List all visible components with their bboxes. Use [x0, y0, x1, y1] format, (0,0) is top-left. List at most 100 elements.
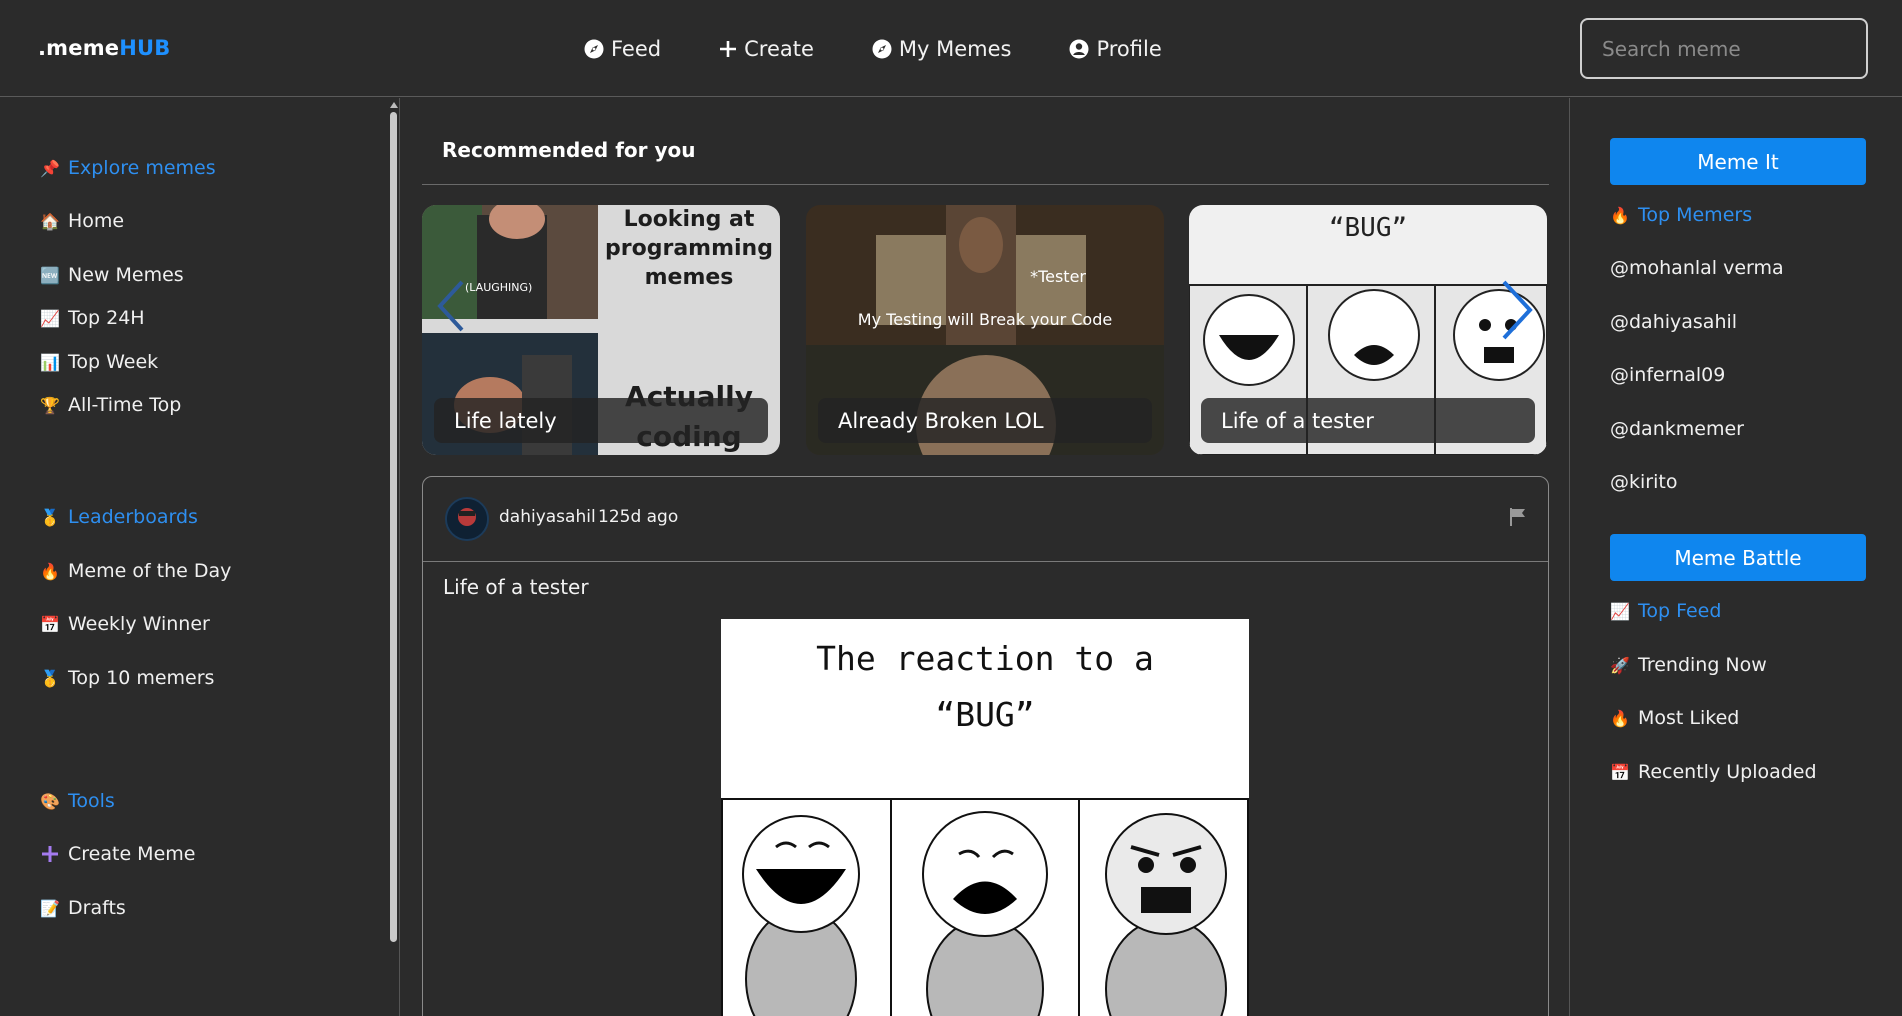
sidebar-item-home[interactable]: 🏠 Home [40, 210, 124, 232]
sidebar-item-drafts[interactable]: 📝 Drafts [40, 897, 126, 919]
compass-icon [584, 39, 604, 59]
sidebar-item-label: Drafts [68, 897, 126, 919]
sidebar-item-meme-of-the-day[interactable]: 🔥 Meme of the Day [40, 560, 231, 582]
feed-item-label: Most Liked [1638, 707, 1740, 729]
post-title: Life of a tester [443, 575, 589, 599]
feed-item-label: Recently Uploaded [1638, 761, 1817, 783]
meme-battle-button[interactable]: Meme Battle [1610, 534, 1866, 581]
sidebar-item-new-memes[interactable]: 🆕 New Memes [40, 264, 184, 286]
sidebar-item-label: Home [68, 210, 125, 232]
meme-post: dahiyasahil 125d ago Life of a tester Th… [422, 476, 1549, 1016]
nav-feed[interactable]: Feed [584, 34, 661, 64]
top-header: .memeHUB Feed Create My Memes Profile [0, 0, 1902, 97]
medal-icon: 🥇 [40, 668, 60, 688]
chevron-left-icon [437, 280, 464, 332]
calendar-icon: 📅 [40, 614, 60, 634]
plus-icon [719, 40, 737, 58]
palette-icon: 🎨 [40, 791, 60, 811]
meme-top-text: *Tester [1030, 267, 1086, 286]
top-feed-heading[interactable]: 📈 Top Feed [1610, 600, 1721, 622]
medal-icon: 🥇 [40, 507, 60, 527]
feed-item-most-liked[interactable]: 🔥 Most Liked [1610, 707, 1739, 729]
sidebar-item-label: Top Week [68, 351, 159, 373]
meme-inset-text: (LAUGHING) [465, 281, 533, 294]
user-circle-icon [1069, 39, 1089, 59]
sidebar-section-leaderboards[interactable]: 🥇 Leaderboards [40, 506, 198, 528]
sidebar-item-label: Meme of the Day [68, 560, 232, 582]
sidebar-item-create-meme[interactable]: Create Meme [40, 843, 195, 865]
nav-feed-label: Feed [611, 37, 662, 61]
sidebar-item-label: New Memes [68, 264, 184, 286]
trophy-icon: 🏆 [40, 395, 60, 415]
sidebar-item-all-time-top[interactable]: 🏆 All-Time Top [40, 394, 181, 416]
fire-icon: 🔥 [1610, 205, 1630, 225]
flag-icon[interactable] [1509, 507, 1527, 531]
memo-icon: 📝 [40, 898, 60, 918]
sidebar-item-top-10-memers[interactable]: 🥇 Top 10 memers [40, 667, 214, 689]
avatar[interactable] [445, 497, 489, 541]
sidebar-item-top-24h[interactable]: 📈 Top 24H [40, 307, 145, 329]
divider [423, 561, 1548, 562]
meme-card-life-lately[interactable]: (LAUGHING) Looking at programming memes … [422, 205, 780, 455]
nav-profile-label: Profile [1096, 37, 1162, 61]
meme-top-text: Looking at programming memes [605, 207, 773, 290]
nav-my-memes-label: My Memes [898, 37, 1012, 61]
plus-icon [40, 844, 60, 864]
post-username[interactable]: dahiyasahil [499, 507, 596, 527]
sidebar-item-weekly-winner[interactable]: 📅 Weekly Winner [40, 613, 210, 635]
post-image[interactable]: The reaction to a “BUG” [721, 619, 1249, 1016]
meme-top-text: “BUG” [1328, 213, 1408, 243]
sidebar-section-label: Explore memes [68, 157, 216, 179]
feed-item-recently-uploaded[interactable]: 📅 Recently Uploaded [1610, 761, 1817, 783]
new-icon: 🆕 [40, 265, 60, 285]
search-input[interactable] [1580, 18, 1868, 79]
calendar-icon: 📅 [1610, 762, 1630, 782]
logo[interactable]: .memeHUB [38, 36, 170, 60]
fire-icon: 🔥 [40, 561, 60, 581]
feed-item-label: Trending Now [1638, 654, 1767, 676]
sidebar-item-label: Create Meme [68, 843, 196, 865]
chart-up-icon: 📈 [40, 308, 60, 328]
main-nav: Feed Create My Memes Profile [584, 34, 1220, 64]
memer-link[interactable]: @mohanlal verma [1610, 257, 1784, 279]
nav-create[interactable]: Create [719, 34, 814, 64]
memer-link[interactable]: @kirito [1610, 471, 1677, 493]
rocket-icon: 🚀 [1610, 655, 1630, 675]
pushpin-icon: 📌 [40, 158, 60, 178]
nav-profile[interactable]: Profile [1069, 34, 1162, 64]
sidebar-item-top-week[interactable]: 📊 Top Week [40, 351, 158, 373]
memer-link[interactable]: @dahiyasahil [1610, 311, 1737, 333]
divider [422, 184, 1549, 185]
sidebar-item-label: All-Time Top [68, 394, 182, 416]
left-sidebar [0, 98, 400, 1016]
fire-icon: 🔥 [1610, 708, 1630, 728]
sidebar-section-tools[interactable]: 🎨 Tools [40, 790, 115, 812]
chart-up-icon: 📈 [1610, 601, 1630, 621]
recommended-title: Recommended for you [442, 138, 696, 162]
meme-card-already-broken[interactable]: *Tester My Testing will Break your Code … [806, 205, 1164, 455]
top-memers-heading[interactable]: 🔥 Top Memers [1610, 204, 1752, 226]
chevron-right-icon [1502, 280, 1533, 340]
sidebar-item-label: Weekly Winner [68, 613, 210, 635]
memer-link[interactable]: @dankmemer [1610, 418, 1744, 440]
carousel-prev-button[interactable] [436, 280, 466, 336]
nav-my-memes[interactable]: My Memes [872, 34, 1012, 64]
feed-item-trending[interactable]: 🚀 Trending Now [1610, 654, 1767, 676]
house-icon: 🏠 [40, 211, 60, 231]
memer-link[interactable]: @infernal09 [1610, 364, 1725, 386]
meme-card-life-of-a-tester[interactable]: “BUG” Life of a tester [1189, 205, 1547, 455]
compass-icon [872, 39, 892, 59]
sidebar-item-label: Top 10 memers [68, 667, 215, 689]
sidebar-section-explore[interactable]: 📌 Explore memes [40, 157, 216, 179]
card-caption: Already Broken LOL [818, 398, 1152, 443]
logo-prefix: .meme [38, 36, 120, 60]
sidebar-scrollbar[interactable] [388, 98, 398, 1016]
scroll-up-arrow-icon[interactable] [390, 102, 398, 108]
sidebar-section-label: Tools [68, 790, 115, 812]
bar-chart-icon: 📊 [40, 352, 60, 372]
carousel-next-button[interactable] [1500, 280, 1534, 344]
meme-it-button[interactable]: Meme It [1610, 138, 1866, 185]
scrollbar-thumb[interactable] [390, 112, 397, 942]
card-caption: Life of a tester [1201, 398, 1535, 443]
nav-create-label: Create [744, 37, 814, 61]
